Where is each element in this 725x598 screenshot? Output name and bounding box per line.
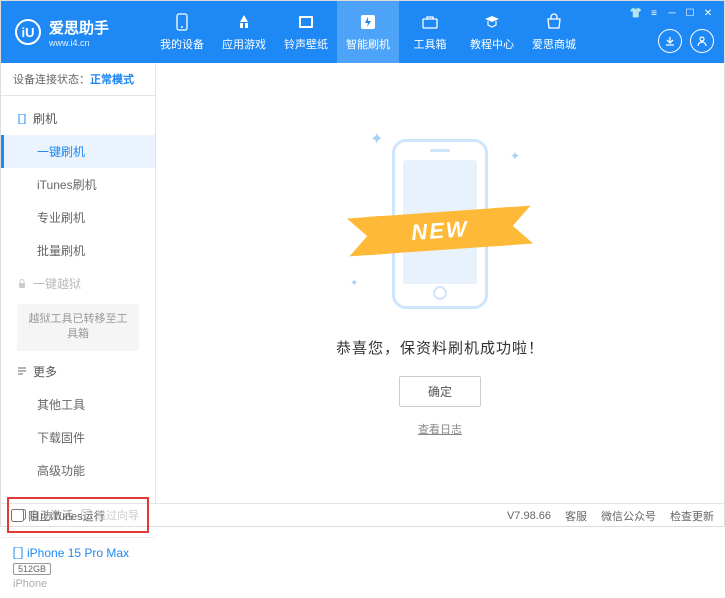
- app-title: 爱思助手: [49, 17, 109, 38]
- wallpaper-icon: [296, 12, 316, 32]
- menu-header-more[interactable]: 更多: [1, 355, 155, 388]
- jailbreak-note: 越狱工具已转移至工具箱: [17, 304, 139, 351]
- menu-item-pro-flash[interactable]: 专业刷机: [1, 201, 155, 234]
- new-badge: NEW: [410, 216, 469, 246]
- lock-icon: [17, 279, 27, 289]
- footer-support[interactable]: 客服: [565, 508, 587, 524]
- device-icon: [13, 547, 23, 559]
- nav-store[interactable]: 爱思商城: [523, 1, 585, 63]
- download-button[interactable]: [658, 29, 682, 53]
- menu-item-advanced[interactable]: 高级功能: [1, 454, 155, 487]
- more-icon: [17, 366, 27, 376]
- menu-icon[interactable]: ≡: [648, 7, 660, 19]
- menu-item-other-tools[interactable]: 其他工具: [1, 388, 155, 421]
- connection-status: 设备连接状态：正常模式: [1, 63, 155, 96]
- logo: iU 爱思助手 www.i4.cn: [1, 17, 151, 48]
- confirm-button[interactable]: 确定: [399, 376, 481, 407]
- menu-item-itunes-flash[interactable]: iTunes刷机: [1, 168, 155, 201]
- footer-update[interactable]: 检查更新: [670, 508, 714, 524]
- success-illustration: ✦ ✦ ✦ NEW: [340, 129, 540, 319]
- menu-item-batch-flash[interactable]: 批量刷机: [1, 234, 155, 267]
- nav-apps-games[interactable]: 应用游戏: [213, 1, 275, 63]
- device-type: iPhone: [13, 578, 143, 590]
- nav-my-device[interactable]: 我的设备: [151, 1, 213, 63]
- sidebar: 设备连接状态：正常模式 刷机 一键刷机 iTunes刷机 专业刷机 批量刷机 一…: [1, 63, 156, 503]
- block-itunes-checkbox[interactable]: 阻止iTunes运行: [11, 508, 105, 524]
- main-content: ✦ ✦ ✦ NEW 恭喜您，保资料刷机成功啦！ 确定 查看日志: [156, 63, 724, 503]
- close-icon[interactable]: ✕: [702, 7, 714, 19]
- nav-smart-flash[interactable]: 智能刷机: [337, 1, 399, 63]
- top-nav: 我的设备 应用游戏 铃声壁纸 智能刷机 工具箱 教程中心 爱思商城: [151, 1, 585, 63]
- success-message: 恭喜您，保资料刷机成功啦！: [336, 337, 544, 358]
- apps-icon: [234, 12, 254, 32]
- maximize-icon[interactable]: ☐: [684, 7, 696, 19]
- menu-item-download-firmware[interactable]: 下载固件: [1, 421, 155, 454]
- minimize-icon[interactable]: ─: [666, 7, 678, 19]
- device-storage: 512GB: [13, 563, 51, 575]
- flash-icon: [358, 12, 378, 32]
- store-icon: [544, 12, 564, 32]
- logo-icon: iU: [15, 19, 41, 45]
- app-subtitle: www.i4.cn: [49, 38, 109, 48]
- nav-toolbox[interactable]: 工具箱: [399, 1, 461, 63]
- device-name[interactable]: iPhone 15 Pro Max: [13, 546, 143, 560]
- header: iU 爱思助手 www.i4.cn 我的设备 应用游戏 铃声壁纸 智能刷机 工具…: [1, 1, 724, 63]
- device-info: iPhone 15 Pro Max 512GB iPhone: [1, 537, 155, 598]
- toolbox-icon: [420, 12, 440, 32]
- nav-tutorials[interactable]: 教程中心: [461, 1, 523, 63]
- view-log-link[interactable]: 查看日志: [418, 421, 462, 437]
- user-button[interactable]: [690, 29, 714, 53]
- footer-wechat[interactable]: 微信公众号: [601, 508, 656, 524]
- phone-icon: [17, 114, 27, 124]
- skin-icon[interactable]: 👕: [630, 7, 642, 19]
- menu-header-flash[interactable]: 刷机: [1, 102, 155, 135]
- menu-header-jailbreak[interactable]: 一键越狱: [1, 267, 155, 300]
- nav-ringtones[interactable]: 铃声壁纸: [275, 1, 337, 63]
- tutorial-icon: [482, 12, 502, 32]
- menu-item-oneclick-flash[interactable]: 一键刷机: [1, 135, 155, 168]
- version-label: V7.98.66: [507, 510, 551, 522]
- device-icon: [172, 12, 192, 32]
- window-controls: 👕 ≡ ─ ☐ ✕: [630, 7, 714, 19]
